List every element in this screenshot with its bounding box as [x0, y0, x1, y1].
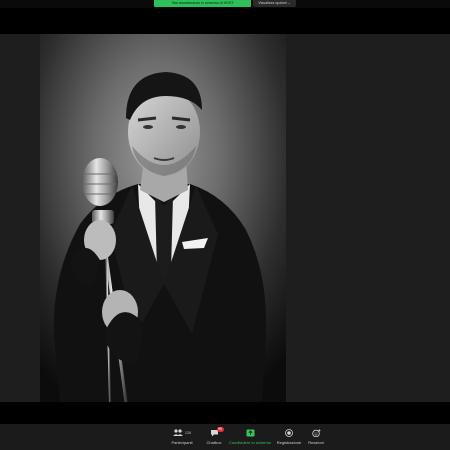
participants-label: Partecipanti: [171, 440, 193, 445]
chat-label: Chatbox: [206, 440, 222, 445]
share-screen-icon-wrap: [246, 426, 255, 439]
shared-photo-singer-with-microphone: [40, 34, 286, 402]
screen-share-banner: Stai visualizzando lo schermo di HOST: [154, 0, 251, 7]
shared-screen-bottom-margin: [0, 402, 450, 424]
share-screen-icon: [246, 429, 254, 436]
share-screen-button[interactable]: Condividere lo schermo: [228, 426, 272, 448]
chat-button[interactable]: 99 Chatbox: [202, 426, 226, 448]
share-screen-label: Condividere lo schermo: [228, 440, 272, 445]
record-icon: [285, 428, 293, 437]
reactions-label: Reazioni: [308, 440, 324, 445]
meeting-toolbar: 126 Partecipanti ⌃ 99 Chatbox Condivider…: [0, 424, 450, 450]
shared-screen-top-margin: [0, 8, 450, 34]
chat-icon-wrap: 99: [210, 426, 224, 439]
chat-unread-badge: 99: [216, 427, 224, 432]
participants-caret-icon[interactable]: ⌃: [180, 430, 183, 435]
reactions-icon-wrap: [311, 426, 321, 439]
record-icon-wrap: [285, 426, 293, 439]
top-bar: Stai visualizzando lo schermo di HOST Vi…: [0, 0, 450, 8]
view-options-button[interactable]: Visualizza opzioni ⌄: [253, 0, 296, 7]
reactions-button[interactable]: Reazioni: [306, 426, 326, 448]
record-label: Registrazione: [276, 440, 302, 445]
reactions-icon: [311, 428, 320, 437]
record-button[interactable]: Registrazione: [275, 426, 303, 448]
participants-count: 126: [184, 430, 192, 435]
